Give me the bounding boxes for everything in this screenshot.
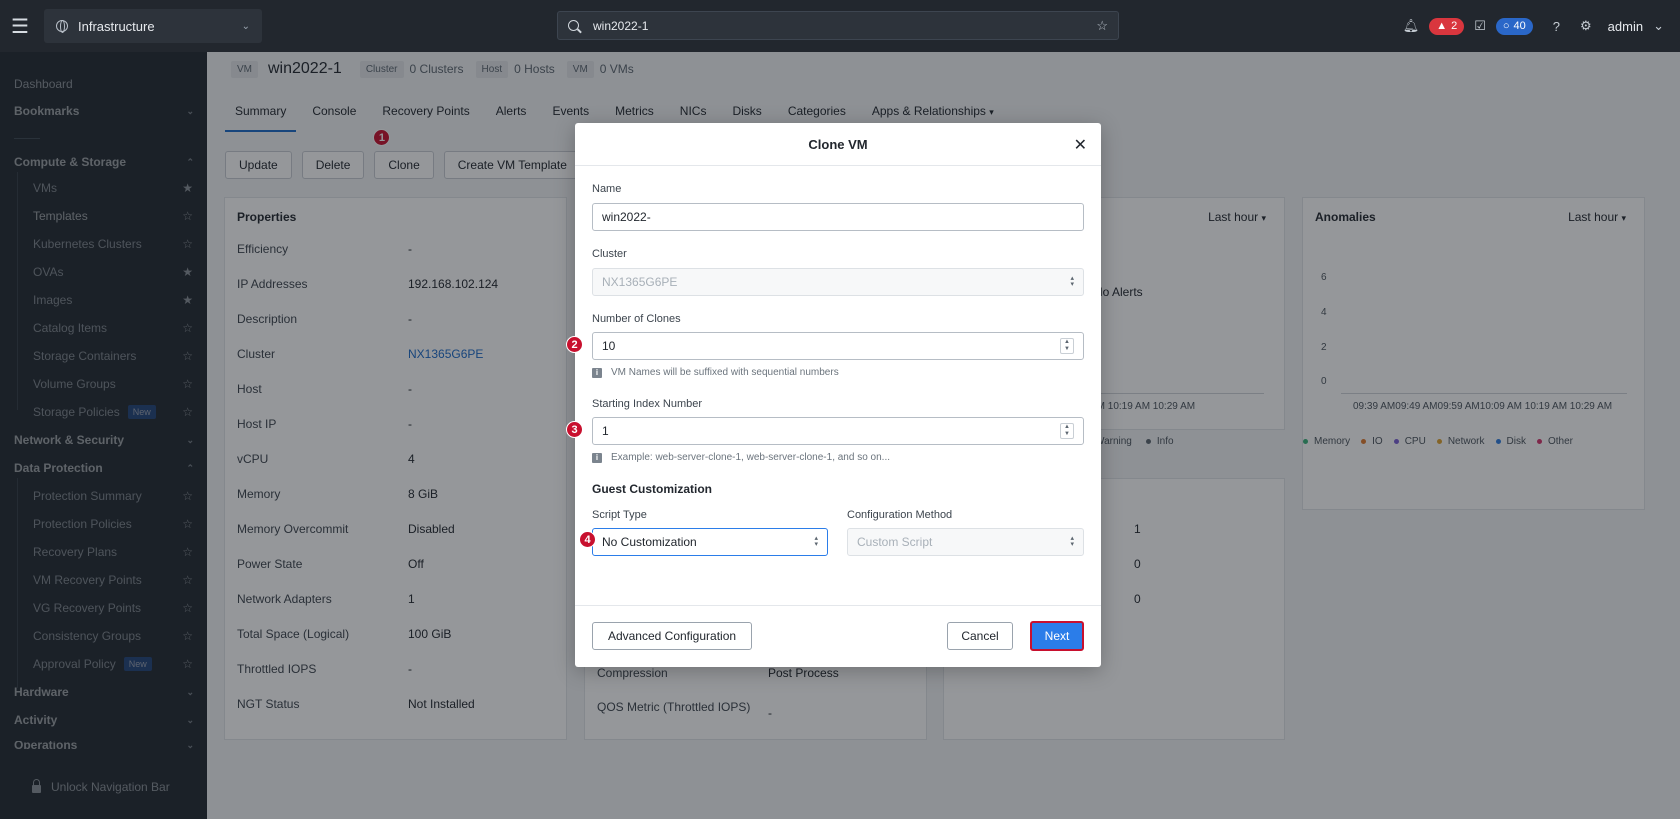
cluster-select[interactable]: NX1365G6PE ▴ ▾ xyxy=(592,268,1084,296)
starting-index-label: Starting Index Number xyxy=(592,398,703,410)
hint-text: VM Names will be suffixed with sequentia… xyxy=(611,367,839,378)
globe-icon xyxy=(56,20,68,33)
hamburger-menu-icon[interactable]: ☰ xyxy=(0,0,40,52)
configuration-method-label: Configuration Method xyxy=(847,509,953,521)
help-icon[interactable]: ? xyxy=(1553,19,1560,34)
step-marker: 4 xyxy=(579,531,596,548)
close-icon[interactable]: ✕ xyxy=(1074,135,1087,155)
search-input[interactable]: win2022-1 ☆ xyxy=(557,11,1119,40)
cluster-label: Cluster xyxy=(592,248,627,260)
select-arrows-icon: ▴ ▾ xyxy=(1070,275,1074,288)
chevron-down-icon[interactable]: ⌄ xyxy=(1653,18,1664,34)
gear-icon[interactable]: ⚙ xyxy=(1580,18,1592,34)
name-input[interactable]: win2022- xyxy=(592,203,1084,231)
script-type-label: Script Type xyxy=(592,509,647,521)
clones-value: 10 xyxy=(602,339,616,353)
next-button[interactable]: Next xyxy=(1030,621,1084,651)
chevron-down-icon: ⌄ xyxy=(241,20,250,32)
configuration-method-value: Custom Script xyxy=(857,535,933,549)
select-arrows-icon: ▴ ▾ xyxy=(1070,535,1074,548)
bell-icon[interactable]: 🔔︎ xyxy=(1403,18,1420,34)
app-name: Infrastructure xyxy=(78,18,155,34)
circle-icon: ○ xyxy=(1502,20,1510,32)
clone-vm-dialog: Clone VM ✕ Name win2022- Cluster NX1365G… xyxy=(566,123,1101,667)
top-bar: ☰ Infrastructure ⌄ win2022-1 ☆ 🔔︎ ▲ 2 ☑ ○… xyxy=(0,0,1680,52)
search-value: win2022-1 xyxy=(593,18,649,33)
number-of-clones-stepper[interactable]: 10 ▲ ▼ xyxy=(592,332,1084,360)
dialog-title-text: Clone VM xyxy=(808,136,868,152)
clones-hint: i VM Names will be suffixed with sequenti… xyxy=(592,367,839,378)
alerts-badge[interactable]: ▲ 2 xyxy=(1429,17,1465,35)
script-type-value: No Customization xyxy=(602,535,697,549)
guest-customization-heading: Guest Customization xyxy=(592,482,713,496)
step-marker: 3 xyxy=(566,421,583,438)
hint-text: Example: web-server-clone-1, web-server-… xyxy=(611,452,891,463)
footer-divider xyxy=(575,605,1101,606)
tasks-count: 40 xyxy=(1513,20,1526,32)
starting-index-stepper[interactable]: 1 ▲ ▼ xyxy=(592,417,1084,445)
star-icon[interactable]: ☆ xyxy=(1096,18,1108,34)
select-arrows-icon: ▴ ▾ xyxy=(814,535,818,548)
advanced-configuration-button[interactable]: Advanced Configuration xyxy=(592,622,752,650)
tasks-icon[interactable]: ☑ xyxy=(1474,18,1486,34)
info-icon: i xyxy=(592,367,602,378)
step-marker: 2 xyxy=(566,336,583,353)
cancel-button[interactable]: Cancel xyxy=(947,622,1013,650)
name-value: win2022- xyxy=(602,210,651,224)
alerts-count: 2 xyxy=(1451,20,1458,32)
number-of-clones-label: Number of Clones xyxy=(592,313,681,325)
user-menu[interactable]: admin xyxy=(1608,19,1643,34)
dialog-title: Clone VM xyxy=(575,123,1101,166)
tasks-badge[interactable]: ○ 40 xyxy=(1495,17,1533,35)
cluster-value: NX1365G6PE xyxy=(602,275,678,289)
stepper-arrows-icon[interactable]: ▲ ▼ xyxy=(1060,338,1074,354)
app-switcher[interactable]: Infrastructure ⌄ xyxy=(44,9,262,43)
warning-icon: ▲ xyxy=(1436,20,1448,32)
info-icon: i xyxy=(592,452,602,463)
index-value: 1 xyxy=(602,424,609,438)
script-type-select[interactable]: No Customization ▴ ▾ xyxy=(592,528,828,556)
index-hint: i Example: web-server-clone-1, web-server… xyxy=(592,452,890,463)
configuration-method-select[interactable]: Custom Script ▴ ▾ xyxy=(847,528,1084,556)
name-label: Name xyxy=(592,183,622,195)
search-icon xyxy=(568,20,579,31)
sidebar-dim xyxy=(0,52,207,819)
stepper-arrows-icon[interactable]: ▲ ▼ xyxy=(1060,423,1074,439)
